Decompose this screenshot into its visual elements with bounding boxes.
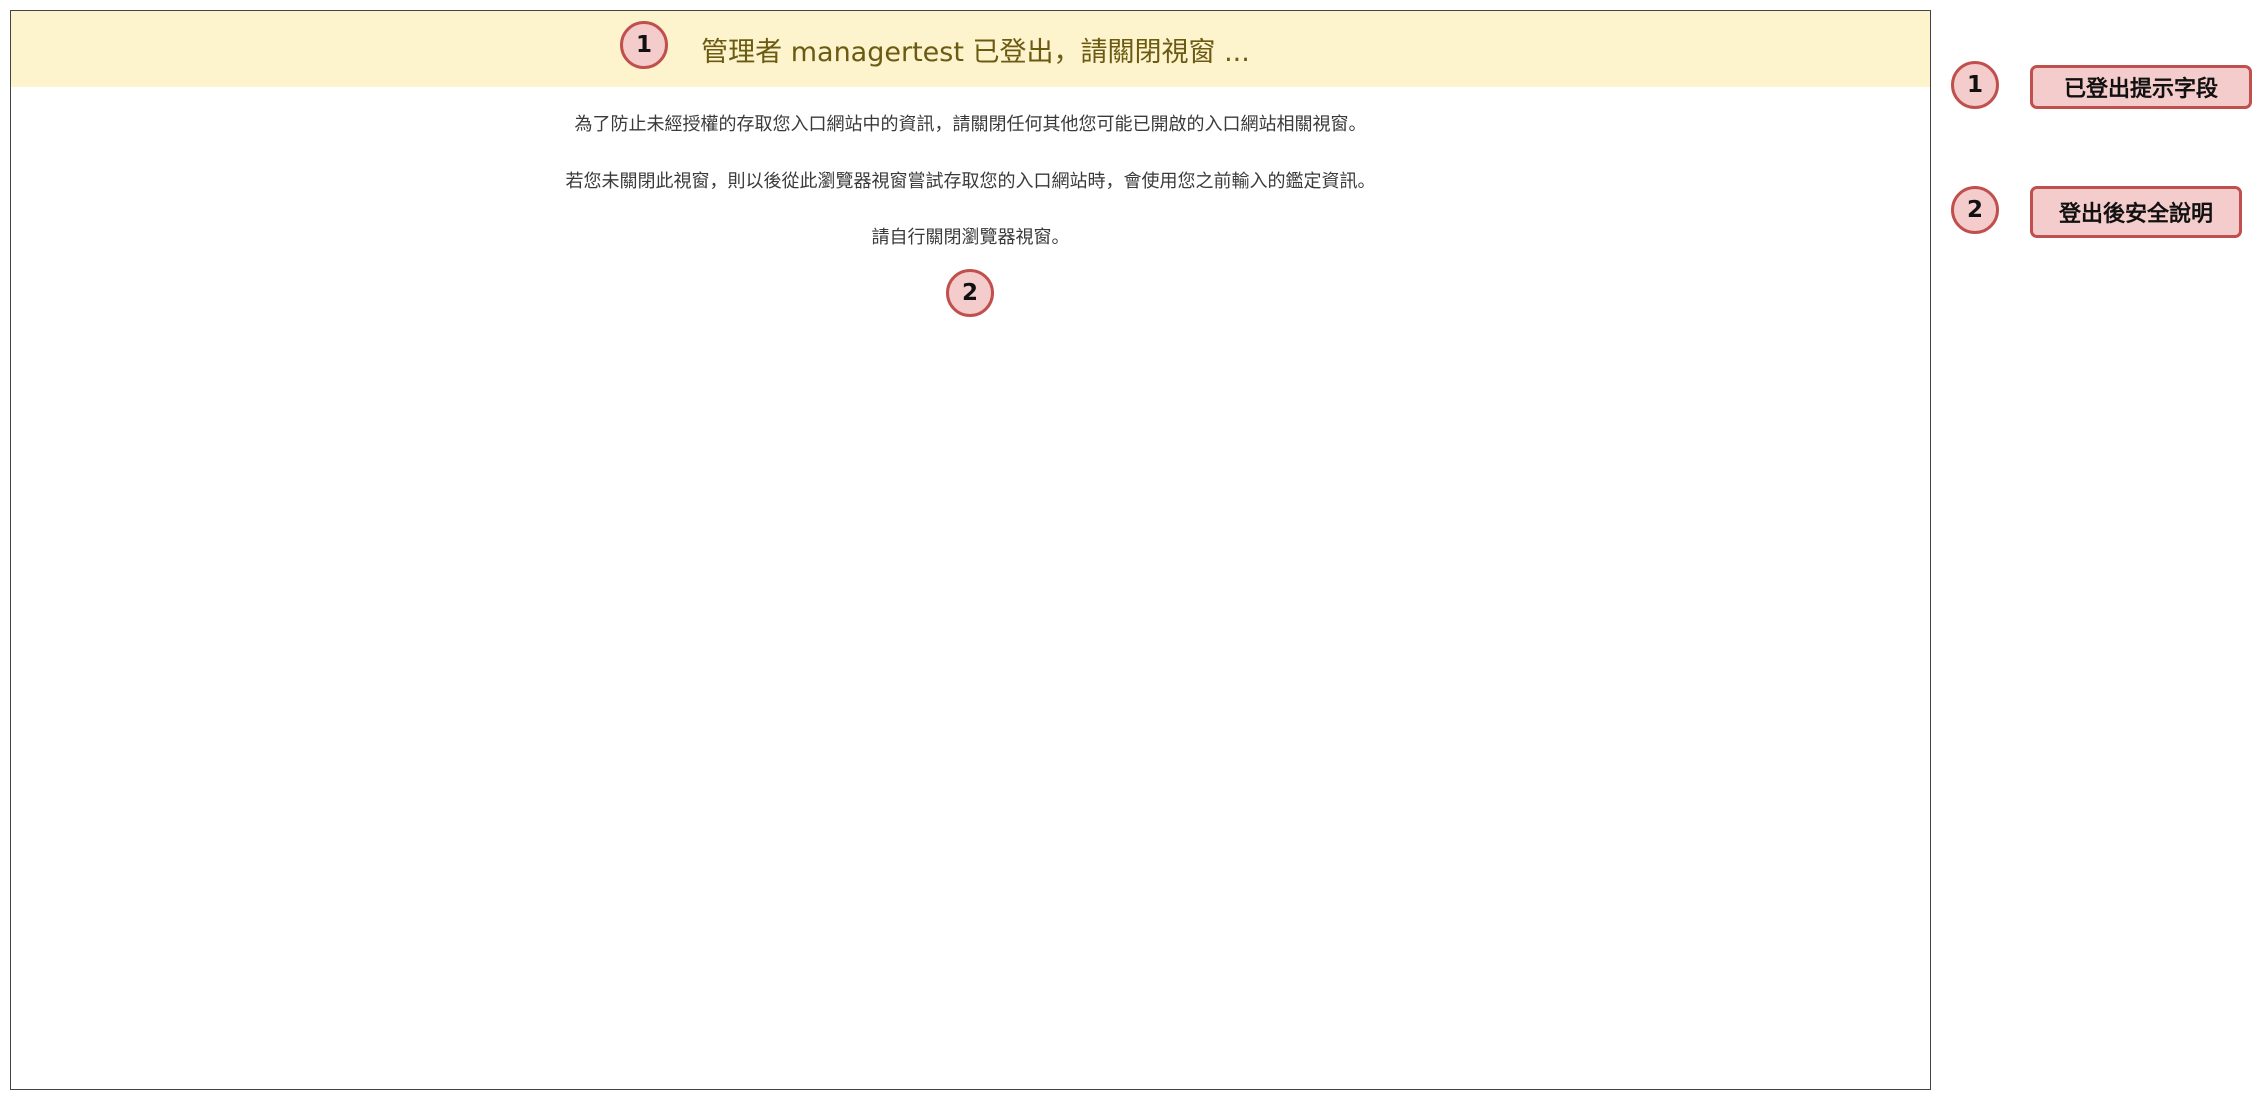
legend-marker-2: 2 bbox=[1951, 186, 1999, 234]
annotation-marker-2: 2 bbox=[946, 269, 994, 317]
logout-message: 管理者 managertest 已登出，請關閉視窗 ... bbox=[701, 36, 1250, 68]
legend-marker-1: 1 bbox=[1951, 61, 1999, 109]
security-note-2: 若您未關閉此視窗，則以後從此瀏覽器視窗嘗試存取您的入口網站時，會使用您之前輸入的… bbox=[565, 171, 1376, 192]
annotation-marker-1: 1 bbox=[620, 21, 668, 69]
logout-page: 管理者 managertest 已登出，請關閉視窗 ... 為了防止未經授權的存… bbox=[10, 10, 1931, 1090]
legend-label-2: 登出後安全說明 bbox=[2030, 186, 2242, 238]
security-note-1: 為了防止未經授權的存取您入口網站中的資訊，請關閉任何其他您可能已開啟的入口網站相… bbox=[574, 114, 1367, 135]
close-window-instruction: 請自行關閉瀏覽器視窗。 bbox=[871, 227, 1070, 248]
legend-label-1: 已登出提示字段 bbox=[2030, 65, 2252, 109]
logout-banner: 管理者 managertest 已登出，請關閉視窗 ... bbox=[11, 11, 1930, 87]
